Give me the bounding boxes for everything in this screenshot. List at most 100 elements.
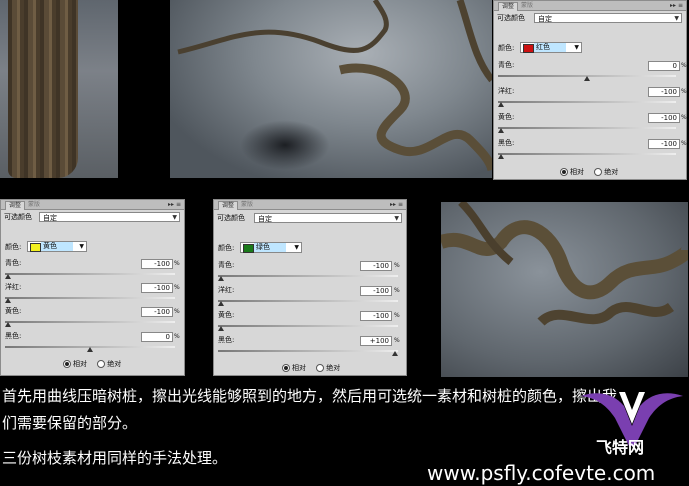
radio-label: 绝对 <box>326 364 341 372</box>
radio-icon <box>63 360 71 368</box>
slider-label: 黑色: <box>498 139 515 147</box>
color-swatch <box>30 243 41 252</box>
radio-icon <box>97 360 106 368</box>
slider-thumb[interactable] <box>498 102 504 107</box>
percent-unit: % <box>394 312 400 319</box>
slider-track[interactable] <box>218 275 398 277</box>
tab-masks[interactable]: 蒙版 <box>238 201 256 209</box>
slider-label: 青色: <box>5 259 22 267</box>
slider-thumb[interactable] <box>218 301 224 306</box>
slider-thumb[interactable] <box>392 351 398 356</box>
slider-magenta: 洋红: -100 % <box>498 86 687 112</box>
value-input[interactable]: -100 <box>648 87 680 97</box>
color-select[interactable]: 黄色 ▼ <box>27 241 87 252</box>
tree-stump-photo <box>0 0 118 178</box>
chevron-down-icon: ▼ <box>394 215 399 222</box>
percent-unit: % <box>681 140 687 147</box>
radio-absolute[interactable]: 绝对 <box>97 360 121 368</box>
color-select[interactable]: 绿色 ▼ <box>240 242 302 253</box>
slider-label: 青色: <box>218 261 235 269</box>
panel-tabbar: 调整 蒙版 ▸▸ ≡ <box>494 1 686 11</box>
slider-track[interactable] <box>218 325 398 327</box>
selective-color-panel-green: 调整 蒙版 ▸▸ ≡ 可选颜色 自定 ▼ 颜色: 绿色 ▼ 青色: -100 %… <box>213 199 407 376</box>
tab-adjustments[interactable]: 调整 <box>5 201 26 210</box>
slider-thumb[interactable] <box>218 276 224 281</box>
caption-line-2: 们需要保留的部分。 <box>2 414 138 432</box>
color-name: 黄色 <box>41 242 73 251</box>
slider-thumb[interactable] <box>5 274 11 279</box>
chevron-down-icon: ▼ <box>294 244 299 251</box>
value-input[interactable]: -100 <box>141 283 173 293</box>
slider-label: 洋红: <box>5 283 22 291</box>
value-input[interactable]: -100 <box>360 261 392 271</box>
preset-value: 自定 <box>258 215 272 223</box>
value-input[interactable]: -100 <box>648 113 680 123</box>
slider-thumb[interactable] <box>5 298 11 303</box>
preset-value: 自定 <box>43 214 57 222</box>
color-label: 颜色: <box>5 243 22 251</box>
preset-select[interactable]: 自定 ▼ <box>254 213 402 223</box>
radio-absolute[interactable]: 绝对 <box>316 364 340 372</box>
panel-tabbar: 调整 蒙版 ▸▸ ≡ <box>1 200 184 210</box>
panel-menu-icon[interactable]: ▸▸ ≡ <box>670 1 683 10</box>
slider-track[interactable] <box>498 127 676 129</box>
slider-magenta: 洋红: -100 % <box>218 285 402 311</box>
preset-select[interactable]: 自定 ▼ <box>534 13 682 23</box>
color-swatch <box>243 244 254 253</box>
tab-masks[interactable]: 蒙版 <box>518 2 536 10</box>
vine-closeup-photo <box>441 202 688 377</box>
radio-relative[interactable]: 相对 <box>282 364 306 372</box>
preset-value: 自定 <box>538 15 552 23</box>
radio-icon <box>316 364 325 372</box>
slider-label: 洋红: <box>498 87 515 95</box>
branch-sky-photo <box>170 0 492 178</box>
radio-absolute[interactable]: 绝对 <box>594 168 618 176</box>
slider-thumb[interactable] <box>584 76 590 81</box>
slider-thumb[interactable] <box>498 128 504 133</box>
slider-track[interactable] <box>5 321 175 323</box>
tab-adjustments[interactable]: 调整 <box>218 201 239 210</box>
watermark-url: www.psfly.cofevte.com <box>427 461 656 485</box>
selective-color-panel-red: 调整 蒙版 ▸▸ ≡ 可选颜色 自定 ▼ 颜色: 红色 ▼ 青色: 0 % 洋红… <box>493 0 687 180</box>
slider-thumb[interactable] <box>498 154 504 159</box>
slider-track[interactable] <box>5 297 175 299</box>
slider-thumb[interactable] <box>5 322 11 327</box>
percent-unit: % <box>394 287 400 294</box>
slider-cyan: 青色: -100 % <box>218 260 402 286</box>
radio-relative[interactable]: 相对 <box>560 168 584 176</box>
slider-track[interactable] <box>218 300 398 302</box>
color-label: 颜色: <box>498 44 515 52</box>
slider-magenta: 洋红: -100 % <box>5 282 180 308</box>
slider-track[interactable] <box>218 350 398 352</box>
slider-track[interactable] <box>498 101 676 103</box>
panel-menu-icon[interactable]: ▸▸ ≡ <box>168 200 181 209</box>
slider-thumb[interactable] <box>87 347 93 352</box>
color-select[interactable]: 红色 ▼ <box>520 42 582 53</box>
selective-color-panel-yellow: 调整 蒙版 ▸▸ ≡ 可选颜色 自定 ▼ 颜色: 黄色 ▼ 青色: -100 %… <box>0 199 185 376</box>
value-input[interactable]: 0 <box>648 61 680 71</box>
value-input[interactable]: -100 <box>648 139 680 149</box>
slider-label: 黑色: <box>5 332 22 340</box>
slider-thumb[interactable] <box>218 326 224 331</box>
value-input[interactable]: +100 <box>360 336 392 346</box>
value-input[interactable]: -100 <box>360 286 392 296</box>
mode-radio-group: 相对 绝对 <box>63 359 121 369</box>
radio-relative[interactable]: 相对 <box>63 360 87 368</box>
panel-title: 可选颜色 <box>497 14 525 22</box>
value-input[interactable]: 0 <box>141 332 173 342</box>
slider-track[interactable] <box>498 153 676 155</box>
preset-select[interactable]: 自定 ▼ <box>39 212 180 222</box>
radio-label: 绝对 <box>107 360 122 368</box>
slider-track[interactable] <box>5 273 175 275</box>
value-input[interactable]: -100 <box>360 311 392 321</box>
value-input[interactable]: -100 <box>141 259 173 269</box>
value-input[interactable]: -100 <box>141 307 173 317</box>
percent-unit: % <box>681 88 687 95</box>
tab-adjustments[interactable]: 调整 <box>498 2 519 11</box>
panel-menu-icon[interactable]: ▸▸ ≡ <box>390 200 403 209</box>
radio-label: 相对 <box>73 360 87 368</box>
color-swatch <box>523 44 534 53</box>
slider-label: 黄色: <box>5 307 22 315</box>
tab-masks[interactable]: 蒙版 <box>25 201 43 209</box>
thorny-vine <box>441 202 688 326</box>
